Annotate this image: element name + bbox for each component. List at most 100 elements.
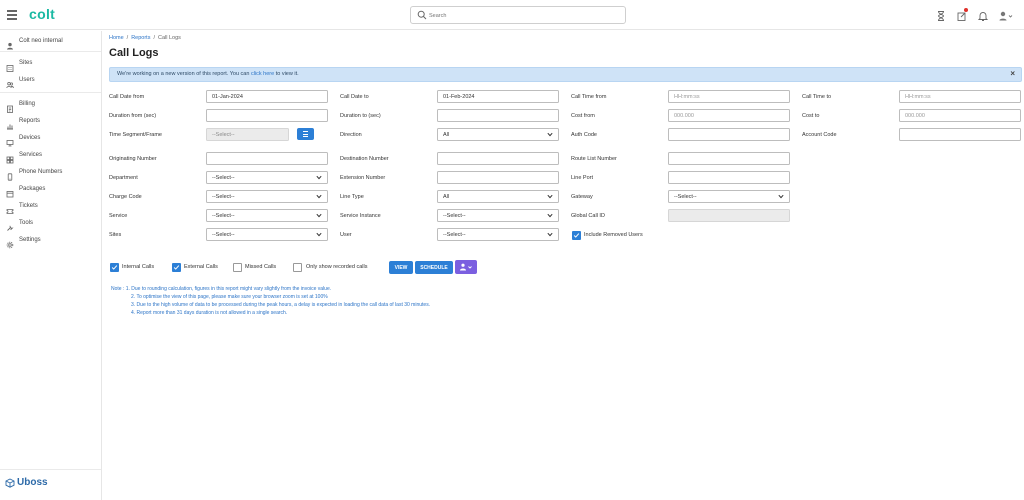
alert-link[interactable]: click here (251, 71, 274, 77)
call-date-from-input[interactable] (206, 90, 328, 103)
search-input[interactable] (429, 9, 619, 22)
duration-from-input[interactable] (206, 109, 328, 122)
close-icon[interactable]: × (1010, 69, 1015, 78)
gateway-label: Gateway (571, 194, 593, 200)
sites-select[interactable]: --Select-- (206, 228, 328, 241)
sidebar-item-label: Billing (19, 101, 36, 107)
breadcrumb-reports[interactable]: Reports (131, 35, 150, 41)
check-icon (573, 233, 580, 238)
sidebar-item-phone-numbers[interactable]: Phone Numbers (6, 166, 62, 181)
select-value: All (443, 193, 450, 200)
missed-calls-checkbox[interactable] (233, 263, 242, 272)
schedule-button[interactable]: SCHEDULE (415, 261, 453, 274)
sidebar-item-label: Sites (19, 60, 33, 66)
user-menu-icon[interactable] (998, 9, 1014, 21)
user-label: User (340, 232, 352, 238)
export-button[interactable] (455, 260, 477, 274)
global-call-id-input[interactable] (668, 209, 790, 222)
check-icon (173, 265, 180, 270)
account-code-input[interactable] (899, 128, 1021, 141)
alert-text-before: We're working on a new version of this r… (117, 71, 250, 77)
gear-icon (6, 236, 14, 249)
menu-icon[interactable] (7, 10, 17, 20)
extension-number-input[interactable] (437, 171, 559, 184)
hourglass-icon[interactable] (935, 9, 947, 21)
bell-icon[interactable] (977, 9, 989, 21)
sidebar-item-services[interactable]: Services (6, 149, 42, 164)
sidebar-item-users[interactable]: Users (6, 74, 35, 89)
sidebar-item-packages[interactable]: Packages (6, 183, 45, 198)
check-icon (111, 265, 118, 270)
gateway-select[interactable]: --Select-- (668, 190, 790, 203)
department-label: Department (109, 175, 138, 181)
top-bar: colt (0, 0, 1024, 30)
call-time-to-label: Call Time to (802, 94, 832, 100)
select-value: --Select-- (674, 193, 697, 200)
duration-from-label: Duration from (sec) (109, 113, 157, 119)
edit-notification-icon[interactable] (956, 8, 968, 21)
notes: Note : 1. Due to rounding calculation, f… (111, 285, 430, 317)
search-icon (417, 10, 427, 20)
call-date-from-label: Call Date from (109, 94, 145, 100)
sidebar-item-tools[interactable]: Tools (6, 217, 33, 231)
services-icon (6, 151, 14, 164)
route-list-number-input[interactable] (668, 152, 790, 165)
duration-to-label: Duration to (sec) (340, 113, 381, 119)
line-type-select[interactable]: All (437, 190, 559, 203)
sidebar-item-settings[interactable]: Settings (6, 234, 41, 249)
chevron-down-icon (316, 213, 322, 218)
call-date-to-input[interactable] (437, 90, 559, 103)
extension-number-label: Extension Number (340, 175, 386, 181)
page-title: Call Logs (109, 47, 159, 59)
colt-logo[interactable]: colt (29, 6, 55, 22)
service-instance-select[interactable]: --Select-- (437, 209, 559, 222)
sidebar-account[interactable]: Colt neo internal (6, 35, 63, 50)
duration-to-input[interactable] (437, 109, 559, 122)
time-segment-label: Time Segment/Frame (109, 132, 162, 138)
sidebar-item-label: Devices (19, 135, 41, 141)
direction-select[interactable]: All (437, 128, 559, 141)
breadcrumb-home[interactable]: Home (109, 35, 124, 41)
sidebar-item-reports[interactable]: Reports (6, 115, 40, 130)
sidebar: Colt neo internal Sites Users Billing Re… (0, 31, 102, 500)
building-icon (6, 59, 14, 72)
include-removed-users-checkbox[interactable] (572, 231, 581, 240)
call-date-to-label: Call Date to (340, 94, 369, 100)
service-select[interactable]: --Select-- (206, 209, 328, 222)
originating-number-input[interactable] (206, 152, 328, 165)
charge-code-label: Charge Code (109, 194, 142, 200)
service-label: Service (109, 213, 128, 219)
sidebar-item-tickets[interactable]: Tickets (6, 200, 38, 214)
cost-to-input[interactable] (899, 109, 1021, 122)
sidebar-item-sites[interactable]: Sites (6, 57, 33, 72)
recorded-calls-checkbox[interactable] (293, 263, 302, 272)
charge-code-select[interactable]: --Select-- (206, 190, 328, 203)
list-button[interactable] (297, 128, 314, 140)
sidebar-item-devices[interactable]: Devices (6, 132, 41, 147)
auth-code-input[interactable] (668, 128, 790, 141)
include-removed-users-label: Include Removed Users (584, 232, 643, 238)
view-button[interactable]: VIEW (389, 261, 413, 274)
select-value: --Select-- (212, 212, 235, 219)
line-port-input[interactable] (668, 171, 790, 184)
call-time-from-input[interactable] (668, 90, 790, 103)
internal-calls-checkbox[interactable] (110, 263, 119, 272)
user-select[interactable]: --Select-- (437, 228, 559, 241)
search-box[interactable] (410, 6, 626, 24)
external-calls-checkbox[interactable] (172, 263, 181, 272)
alert-text-after: to view it. (275, 71, 299, 77)
cube-icon (5, 477, 15, 488)
destination-number-input[interactable] (437, 152, 559, 165)
line-type-label: Line Type (340, 194, 364, 200)
call-time-to-input[interactable] (899, 90, 1021, 103)
call-time-from-label: Call Time from (571, 94, 607, 100)
cost-from-input[interactable] (668, 109, 790, 122)
direction-label: Direction (340, 132, 362, 138)
time-segment-select[interactable]: --Select-- (206, 128, 289, 141)
missed-calls-label: Missed Calls (245, 264, 277, 270)
chevron-down-icon (547, 213, 553, 218)
select-value: --Select-- (212, 174, 235, 181)
select-value: --Select-- (212, 193, 235, 200)
department-select[interactable]: --Select-- (206, 171, 328, 184)
sidebar-item-billing[interactable]: Billing (6, 98, 36, 113)
